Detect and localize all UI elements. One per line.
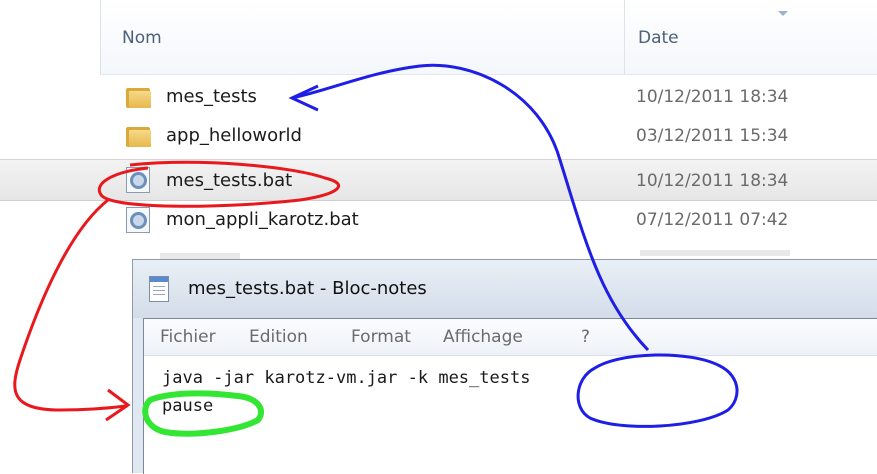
blue-arrow-annotation xyxy=(291,63,650,352)
annotation-overlay xyxy=(13,63,739,437)
red-circle-annotation xyxy=(97,160,341,208)
red-arrow-annotation xyxy=(13,198,127,412)
blue-circle-annotation xyxy=(576,353,739,428)
green-circle-annotation xyxy=(142,390,265,437)
